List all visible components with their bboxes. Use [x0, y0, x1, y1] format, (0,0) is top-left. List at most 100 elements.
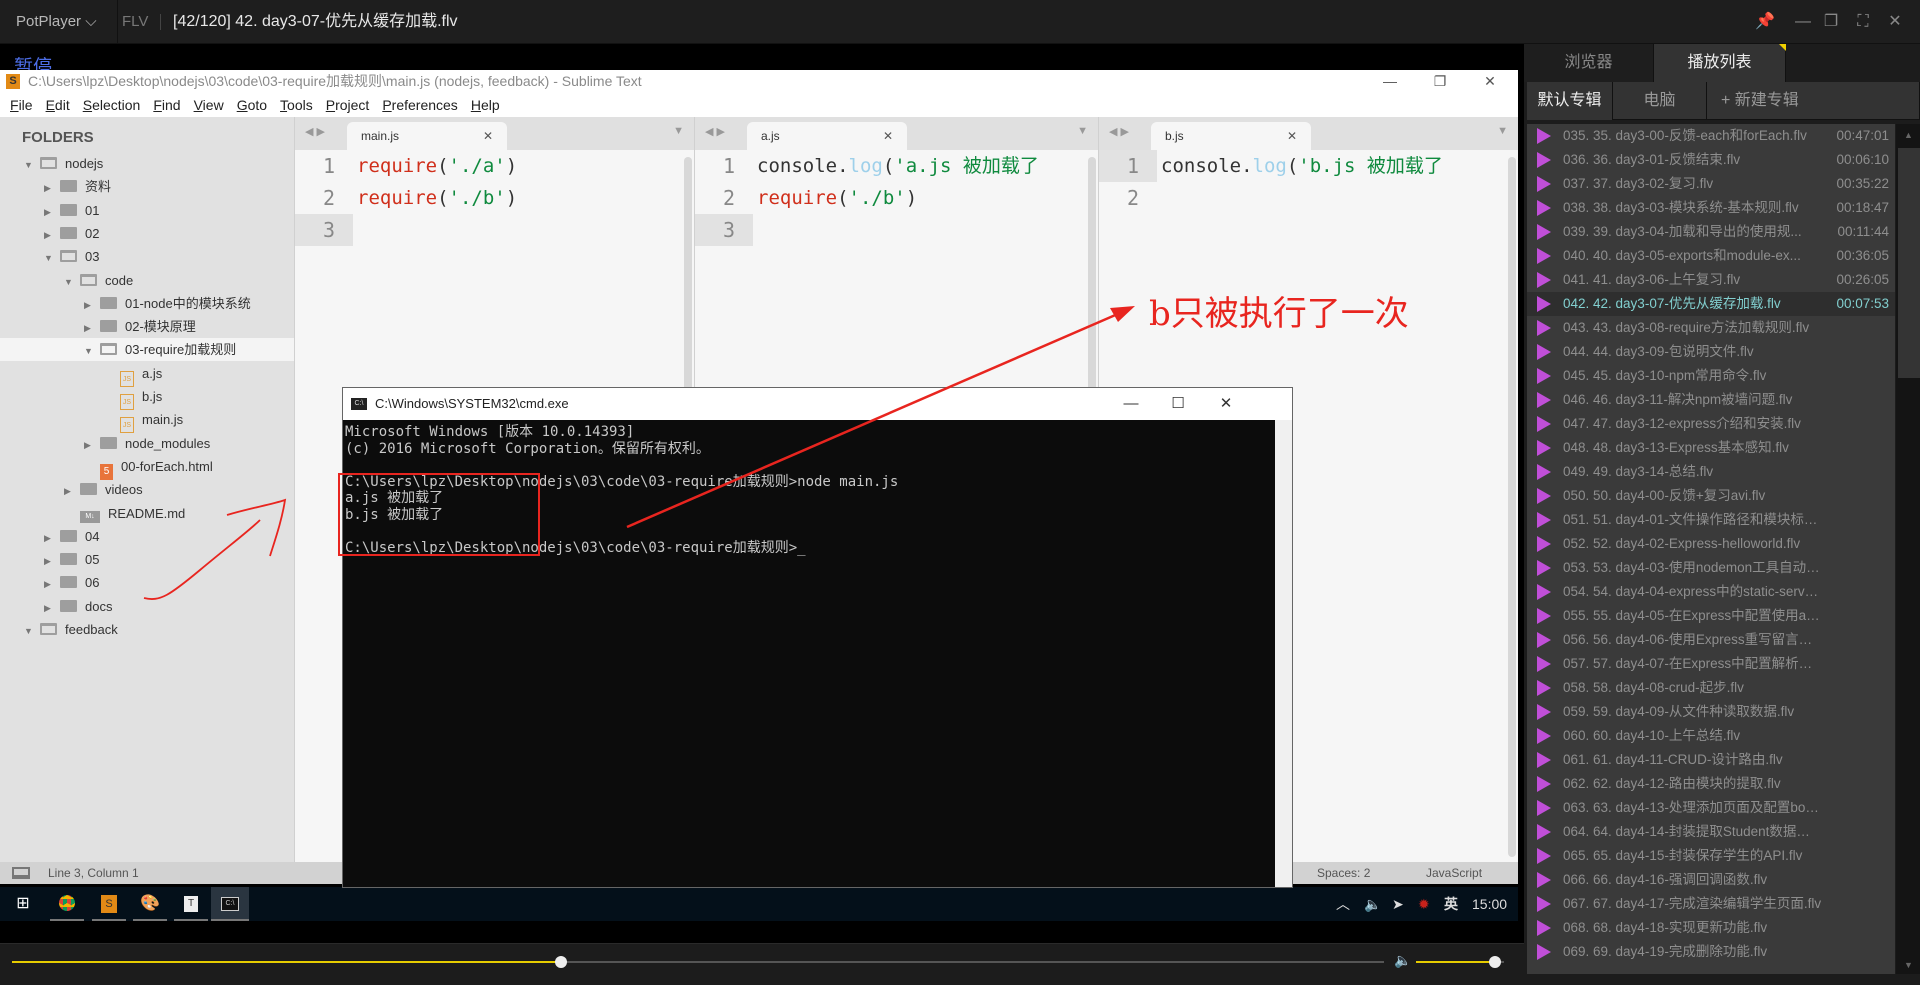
playlist-item[interactable]: 045. 45. day3-10-npm常用命令.flv	[1527, 364, 1895, 388]
playlist-item[interactable]: 066. 66. day4-16-强调回调函数.flv	[1527, 868, 1895, 892]
playlist-item-name: 041. 41. day3-06-上午复习.flv	[1563, 272, 1741, 287]
video-file-icon	[1537, 680, 1551, 696]
playlist-item-name: 036. 36. day3-01-反馈结束.flv	[1563, 152, 1741, 167]
arrow-head	[1110, 306, 1135, 322]
playlist-item[interactable]: 046. 46. day3-11-解决npm被墙问题.flv	[1527, 388, 1895, 412]
playlist-item[interactable]: 057. 57. day4-07-在Express中配置解析表单post...	[1527, 652, 1895, 676]
playlist-item-name: 048. 48. day3-13-Express基本感知.flv	[1563, 440, 1789, 455]
playlist-item[interactable]: 036. 36. day3-01-反馈结束.flv 00:06:10	[1527, 148, 1895, 172]
video-file-icon	[1537, 944, 1551, 960]
playlist-item[interactable]: 058. 58. day4-08-crud-起步.flv	[1527, 676, 1895, 700]
volume-thumb[interactable]	[1489, 956, 1502, 968]
player-controls: 🔈	[0, 943, 1524, 985]
playlist-item[interactable]: 056. 56. day4-06-使用Express重写留言本案例.flv	[1527, 628, 1895, 652]
seek-bar[interactable]	[12, 956, 1384, 968]
volume-slider[interactable]	[1416, 956, 1504, 968]
playlist-list: 035. 35. day3-00-反馈-each和forEach.flv 00:4…	[1527, 124, 1895, 974]
pin-icon[interactable]: 📌	[1748, 0, 1782, 44]
scroll-thumb[interactable]	[1898, 148, 1920, 378]
playlist-scrollbar[interactable]: ▲ ▼	[1896, 124, 1920, 974]
video-file-icon	[1537, 440, 1551, 456]
playlist-item[interactable]: 060. 60. day4-10-上午总结.flv	[1527, 724, 1895, 748]
playlist-item[interactable]: 053. 53. day4-03-使用nodemon工具自动重启...	[1527, 556, 1895, 580]
scroll-down-icon[interactable]: ▼	[1904, 960, 1913, 970]
playlist-item[interactable]: 042. 42. day3-07-优先从缓存加载.flv 00:07:53	[1527, 292, 1895, 316]
subtab-default-album[interactable]: 默认专辑	[1527, 82, 1613, 120]
video-file-icon	[1537, 176, 1551, 192]
playlist-item[interactable]: 048. 48. day3-13-Express基本感知.flv	[1527, 436, 1895, 460]
scroll-up-icon[interactable]: ▲	[1904, 130, 1913, 140]
playlist-item[interactable]: 040. 40. day3-05-exports和module-ex... 00:…	[1527, 244, 1895, 268]
playlist-item[interactable]: 049. 49. day3-14-总结.flv	[1527, 460, 1895, 484]
playlist-item-duration: 00:18:47	[1836, 200, 1889, 215]
playlist-item[interactable]: 059. 59. day4-09-从文件种读取数据.flv	[1527, 700, 1895, 724]
playlist-item-name: 066. 66. day4-16-强调回调函数.flv	[1563, 872, 1768, 887]
playlist-item[interactable]: 069. 69. day4-19-完成删除功能.flv	[1527, 940, 1895, 964]
video-file-icon	[1537, 728, 1551, 744]
video-file-icon	[1537, 656, 1551, 672]
video-file-icon	[1537, 416, 1551, 432]
playlist-item[interactable]: 051. 51. day4-01-文件操作路径和模块标识路...	[1527, 508, 1895, 532]
playlist-item[interactable]: 063. 63. day4-13-处理添加页面及配置body-par...	[1527, 796, 1895, 820]
video-file-icon	[1537, 704, 1551, 720]
video-file-icon	[1537, 488, 1551, 504]
video-file-icon	[1537, 608, 1551, 624]
playlist-item[interactable]: 068. 68. day4-18-实现更新功能.flv	[1527, 916, 1895, 940]
playlist-item[interactable]: 047. 47. day3-12-express介绍和安装.flv	[1527, 412, 1895, 436]
playlist-item-name: 063. 63. day4-13-处理添加页面及配置body-par...	[1563, 800, 1823, 815]
playlist-item[interactable]: 037. 37. day3-02-复习.flv 00:35:22	[1527, 172, 1895, 196]
close-button[interactable]: ✕	[1878, 0, 1912, 44]
playlist-item[interactable]: 052. 52. day4-02-Express-helloworld.flv	[1527, 532, 1895, 556]
mute-icon[interactable]: 🔈	[1394, 952, 1411, 969]
playlist-item-name: 038. 38. day3-03-模块系统-基本规则.flv	[1563, 200, 1799, 215]
playlist-item[interactable]: 035. 35. day3-00-反馈-each和forEach.flv 00:4…	[1527, 124, 1895, 148]
playlist-item-name: 050. 50. day4-00-反馈+复习avi.flv	[1563, 488, 1766, 503]
playlist-item[interactable]: 062. 62. day4-12-路由模块的提取.flv	[1527, 772, 1895, 796]
arrow-line	[626, 311, 1121, 529]
playlist-item[interactable]: 061. 61. day4-11-CRUD-设计路由.flv	[1527, 748, 1895, 772]
highlight-box	[338, 473, 540, 556]
playlist-item-duration: 00:11:44	[1837, 224, 1889, 239]
playlist-item[interactable]: 054. 54. day4-04-express中的static-server静…	[1527, 580, 1895, 604]
restore-button[interactable]: ❐	[1814, 0, 1848, 44]
playlist-item-name: 064. 64. day4-14-封装提取Student数据操作模...	[1563, 824, 1823, 839]
playlist-item-name: 059. 59. day4-09-从文件种读取数据.flv	[1563, 704, 1795, 719]
playlist-item-name: 062. 62. day4-12-路由模块的提取.flv	[1563, 776, 1781, 791]
playlist-item-duration: 00:06:10	[1836, 152, 1889, 167]
video-file-icon	[1537, 344, 1551, 360]
playlist-item-name: 060. 60. day4-10-上午总结.flv	[1563, 728, 1741, 743]
playlist-item[interactable]: 050. 50. day4-00-反馈+复习avi.flv	[1527, 484, 1895, 508]
playlist-item-name: 044. 44. day3-09-包说明文件.flv	[1563, 344, 1754, 359]
tab-browser[interactable]: 浏览器	[1524, 44, 1654, 82]
annotation-text: b只被执行了一次	[1149, 294, 1409, 334]
playlist-item[interactable]: 043. 43. day3-08-require方法加载规则.flv	[1527, 316, 1895, 340]
playlist-item-name: 049. 49. day3-14-总结.flv	[1563, 464, 1714, 479]
playlist-item-name: 067. 67. day4-17-完成渲染编辑学生页面.flv	[1563, 896, 1822, 911]
new-album-button[interactable]: + 新建专辑	[1707, 82, 1920, 120]
playlist-item-duration: 00:26:05	[1836, 272, 1889, 287]
video-file-icon	[1537, 920, 1551, 936]
playlist-item[interactable]: 064. 64. day4-14-封装提取Student数据操作模...	[1527, 820, 1895, 844]
seek-thumb[interactable]	[554, 956, 567, 968]
playlist-item[interactable]: 041. 41. day3-06-上午复习.flv 00:26:05	[1527, 268, 1895, 292]
playlist-item[interactable]: 038. 38. day3-03-模块系统-基本规则.flv 00:18:47	[1527, 196, 1895, 220]
playlist-item[interactable]: 055. 55. day4-05-在Express中配置使用art-temp..…	[1527, 604, 1895, 628]
playlist-item[interactable]: 067. 67. day4-17-完成渲染编辑学生页面.flv	[1527, 892, 1895, 916]
tab-playlist[interactable]: 播放列表	[1654, 44, 1786, 82]
video-file-icon	[1537, 392, 1551, 408]
video-file-icon	[1537, 128, 1551, 144]
playlist-item[interactable]: 065. 65. day4-15-封装保存学生的API.flv	[1527, 844, 1895, 868]
playlist-item-name: 045. 45. day3-10-npm常用命令.flv	[1563, 368, 1767, 383]
playlist-item[interactable]: 044. 44. day3-09-包说明文件.flv	[1527, 340, 1895, 364]
playlist-item-name: 065. 65. day4-15-封装保存学生的API.flv	[1563, 848, 1803, 863]
subtab-computer[interactable]: 电脑	[1613, 82, 1707, 120]
playlist-item-name: 035. 35. day3-00-反馈-each和forEach.flv	[1563, 128, 1807, 143]
playlist-item[interactable]: 039. 39. day3-04-加载和导出的使用规... 00:11:44	[1527, 220, 1895, 244]
playlist-item-name: 039. 39. day3-04-加载和导出的使用规...	[1563, 224, 1802, 239]
hand-drawn-arrow	[143, 498, 287, 600]
playlist-item-duration: 00:35:22	[1836, 176, 1889, 191]
fullscreen-button[interactable]: ⛶	[1846, 0, 1880, 44]
playlist-item-duration: 00:36:05	[1836, 248, 1889, 263]
video-file-icon	[1537, 272, 1551, 288]
playlist-item-duration: 00:47:01	[1836, 128, 1889, 143]
